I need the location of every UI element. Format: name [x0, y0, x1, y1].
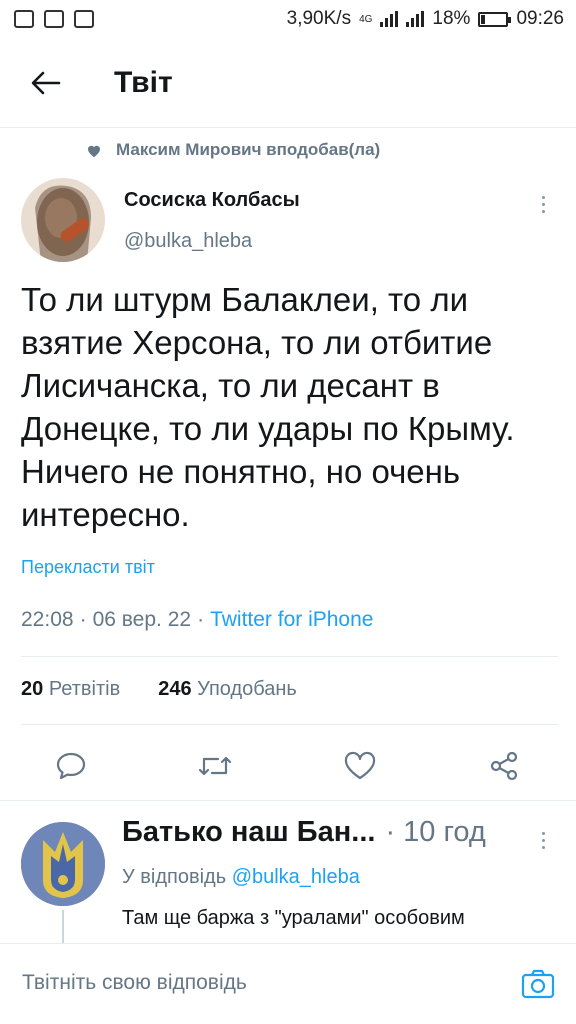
reply-text: Там ще баржа з "уралами" особовим: [122, 907, 465, 929]
tweet-meta: 22:08 · 06 вер. 22 · Twitter for iPhone: [21, 608, 373, 632]
retweets-label: Ретвітів: [48, 678, 121, 700]
tweet-text: То ли штурм Балаклеи, то ли взятие Херсо…: [21, 281, 515, 533]
avatar-image: [21, 178, 105, 262]
arrow-left-icon: [31, 71, 61, 94]
reply-to-mention[interactable]: @bulka_hleba: [232, 866, 360, 888]
translate-tweet-link[interactable]: Перекласти твіт: [21, 557, 155, 578]
reply-more-options-button[interactable]: [532, 826, 554, 854]
page-title: Твіт: [114, 65, 173, 99]
retweets-count: 20: [21, 678, 44, 700]
message-icon: [14, 10, 34, 28]
divider: [21, 724, 558, 725]
reply-time: · 10 год: [385, 816, 486, 848]
more-vertical-icon: [541, 195, 545, 199]
divider: [21, 656, 558, 657]
tweet-time: 22:08: [21, 608, 74, 631]
tweet-stats: 20 Ретвітів 246 Уподобань: [21, 678, 297, 701]
signal-2-icon: [406, 11, 425, 27]
likes-label: Уподобань: [197, 678, 297, 700]
camera-icon: [521, 969, 555, 999]
likes-count: 246: [158, 678, 192, 700]
author-name[interactable]: Сосиска Колбасы: [124, 189, 300, 212]
reply-context: У відповідь @bulka_hleba: [122, 866, 360, 889]
like-button[interactable]: [338, 744, 382, 788]
retweet-button[interactable]: [193, 744, 237, 788]
signal-icon: [380, 11, 399, 27]
network-speed: 3,90K/s: [286, 8, 352, 29]
battery-fill: [481, 14, 486, 24]
heart-icon: [88, 145, 100, 157]
status-bar: 3,90K/s 4G 18% 09:26: [0, 0, 576, 38]
author-avatar[interactable]: [21, 178, 105, 262]
more-options-button[interactable]: [532, 190, 554, 218]
author-handle[interactable]: @bulka_hleba: [124, 230, 252, 253]
retweet-icon: [198, 756, 232, 776]
top-bar: Твіт: [0, 38, 576, 128]
reply-input[interactable]: Твітніть свою відповідь: [22, 971, 482, 995]
image-icon: [74, 10, 94, 28]
retweets-stat[interactable]: 20 Ретвітів: [21, 678, 120, 701]
reply-author-avatar[interactable]: [21, 822, 105, 906]
status-indicators: 3,90K/s 4G 18% 09:26: [287, 8, 564, 30]
meta-separator: ·: [197, 608, 205, 631]
clock: 09:26: [516, 8, 564, 29]
avatar-image: [21, 822, 105, 906]
reply-header: Батько наш Бан... · 10 год: [122, 816, 542, 849]
back-button[interactable]: [16, 53, 76, 113]
network-type: 4G: [359, 13, 373, 25]
tweet-date: 06 вер. 22: [92, 608, 192, 631]
tweet-source-link[interactable]: Twitter for iPhone: [210, 608, 373, 632]
battery-percent: 18%: [432, 8, 471, 29]
battery-icon: [478, 11, 512, 27]
reply-composer: Твітніть свою відповідь: [0, 943, 576, 1024]
section-divider: [0, 800, 576, 801]
reply-author-name[interactable]: Батько наш Бан...: [122, 816, 375, 849]
social-context-text: Максим Мирович вподобав(ла): [116, 140, 381, 159]
status-notifications: [14, 10, 94, 28]
camera-button[interactable]: [518, 966, 558, 1002]
alert-icon: [44, 10, 64, 28]
reply-button[interactable]: [49, 744, 93, 788]
meta-separator: ·: [79, 608, 87, 631]
tweet-actions: [0, 744, 576, 788]
share-icon: [490, 751, 518, 781]
share-button[interactable]: [482, 744, 526, 788]
heart-outline-icon: [344, 751, 376, 780]
comment-icon: [56, 752, 86, 780]
social-context[interactable]: Максим Мирович вподобав(ла): [86, 140, 380, 160]
likes-stat[interactable]: 246 Уподобань: [158, 678, 297, 701]
reply-to-label: У відповідь: [122, 866, 227, 888]
more-vertical-icon: [541, 831, 545, 835]
